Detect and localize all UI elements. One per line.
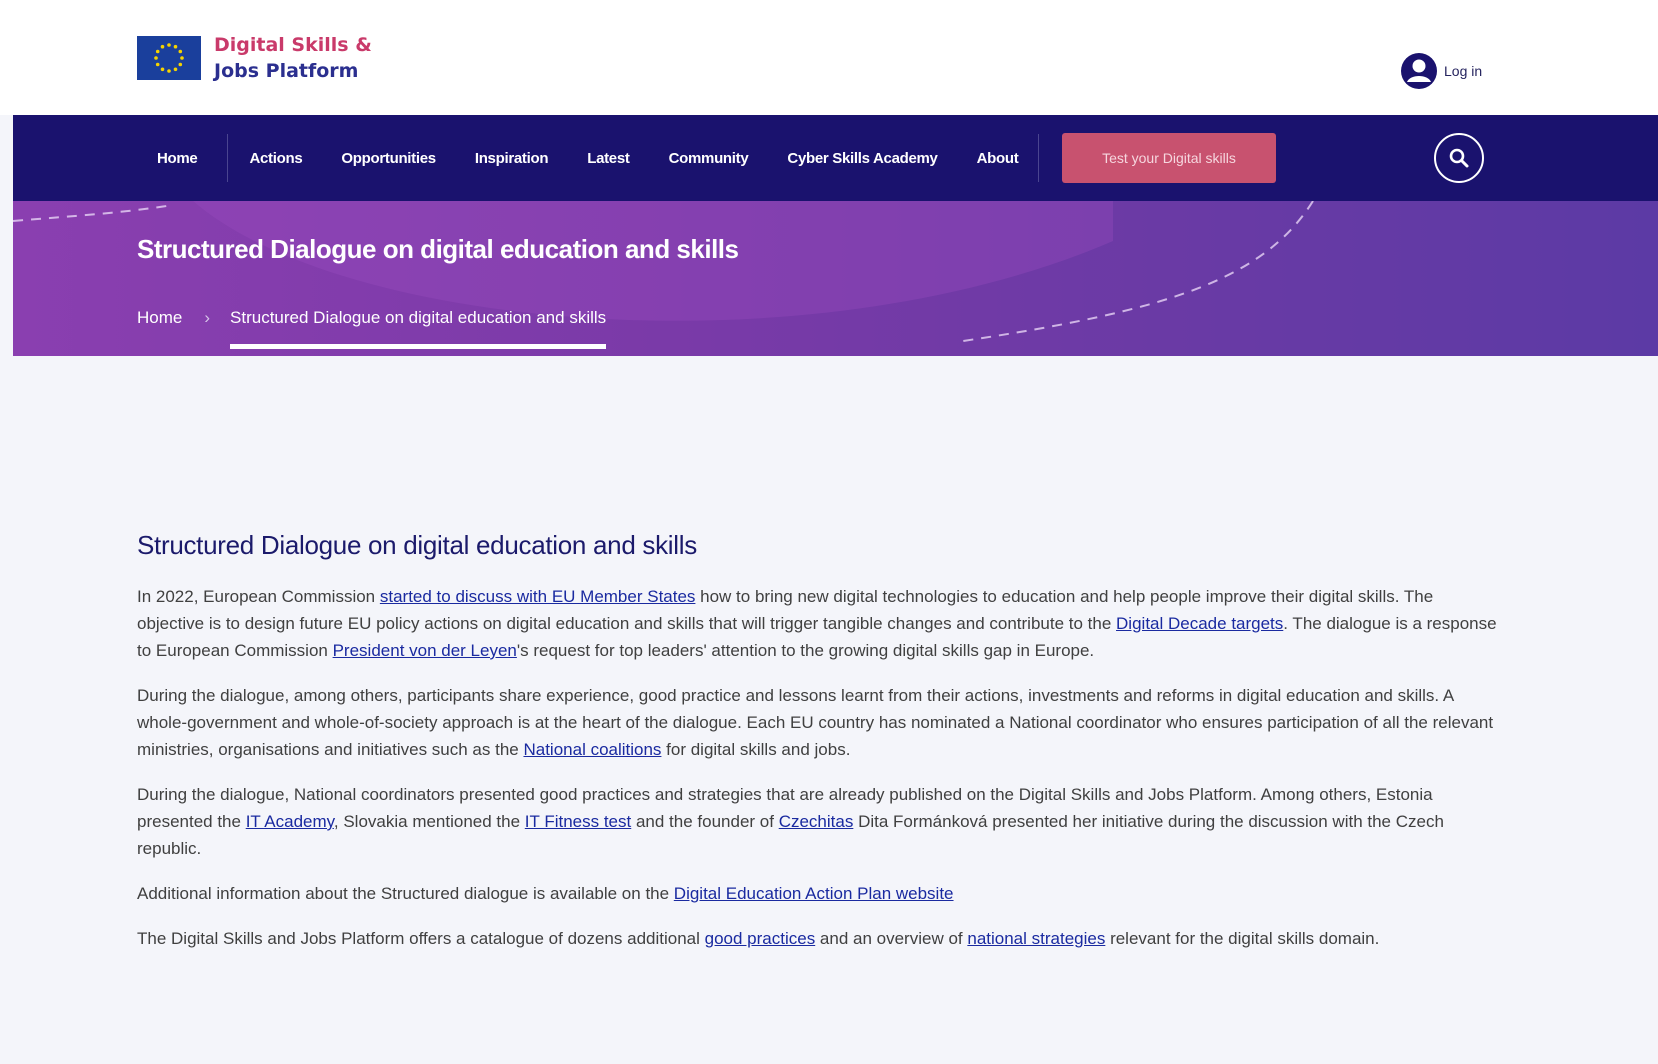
link-czechitas[interactable]: Czechitas (779, 812, 854, 831)
page-title: Structured Dialogue on digital education… (137, 234, 739, 264)
text: for digital skills and jobs. (661, 740, 851, 759)
logo-text: Digital Skills & Jobs Platform (214, 32, 372, 84)
nav-item-opportunities[interactable]: Opportunities (341, 150, 436, 167)
logo-line-1: Digital Skills & (214, 34, 372, 56)
hero-banner: Structured Dialogue on digital education… (13, 201, 1658, 356)
link-it-fitness-test[interactable]: IT Fitness test (525, 812, 631, 831)
text: and an overview of (815, 929, 968, 948)
nav-items: Home Actions Opportunities Inspiration L… (157, 115, 1040, 201)
user-icon (1401, 53, 1437, 89)
test-digital-skills-button[interactable]: Test your Digital skills (1062, 133, 1276, 183)
article-paragraph-3: During the dialogue, National coordinato… (137, 781, 1497, 862)
article-paragraph-4: Additional information about the Structu… (137, 880, 1497, 907)
logo-line-2: Jobs Platform (214, 60, 359, 82)
search-icon (1449, 148, 1469, 168)
text: relevant for the digital skills domain. (1105, 929, 1380, 948)
login-label: Log in (1444, 63, 1483, 79)
text: and the founder of (631, 812, 779, 831)
nav-item-latest[interactable]: Latest (587, 150, 630, 167)
link-good-practices[interactable]: good practices (705, 929, 816, 948)
nav-divider (1038, 134, 1040, 182)
nav-item-community[interactable]: Community (669, 150, 749, 167)
link-digital-decade-targets[interactable]: Digital Decade targets (1116, 614, 1283, 633)
site-header: Digital Skills & Jobs Platform Log in (0, 0, 1658, 115)
nav-item-cyber-skills-academy[interactable]: Cyber Skills Academy (787, 150, 938, 167)
text: , Slovakia mentioned the (333, 812, 525, 831)
article: Structured Dialogue on digital education… (137, 530, 1497, 970)
hero-decoration (13, 201, 1314, 342)
text: Additional information about the Structu… (137, 884, 674, 903)
nav-item-actions[interactable]: Actions (249, 150, 302, 167)
link-national-coalitions[interactable]: National coalitions (523, 740, 661, 759)
text: 's request for top leaders' attention to… (516, 641, 1095, 660)
breadcrumb-home[interactable]: Home (137, 308, 182, 328)
breadcrumb-current: Structured Dialogue on digital education… (230, 308, 607, 349)
article-paragraph-2: During the dialogue, among others, parti… (137, 682, 1497, 763)
link-president-von-der-leyen[interactable]: President von der Leyen (333, 641, 517, 660)
link-it-academy[interactable]: IT Academy (246, 812, 334, 831)
nav-item-home[interactable]: Home (157, 150, 198, 167)
article-paragraph-5: The Digital Skills and Jobs Platform off… (137, 925, 1497, 952)
nav-item-inspiration[interactable]: Inspiration (475, 150, 549, 167)
text: In 2022, European Commission (137, 587, 380, 606)
link-digital-education-action-plan[interactable]: Digital Education Action Plan website (674, 884, 954, 903)
link-started-to-discuss[interactable]: started to discuss with EU Member States (380, 587, 696, 606)
main-nav: Home Actions Opportunities Inspiration L… (13, 115, 1658, 201)
nav-divider (227, 134, 229, 182)
nav-item-about[interactable]: About (977, 150, 1019, 167)
link-national-strategies[interactable]: national strategies (967, 929, 1105, 948)
breadcrumb-separator-icon: › (204, 308, 211, 327)
eu-flag-icon (137, 36, 201, 80)
breadcrumb: Home › Structured Dialogue on digital ed… (137, 308, 607, 349)
article-paragraph-1: In 2022, European Commission started to … (137, 583, 1497, 664)
page: Digital Skills & Jobs Platform Log in Ho… (0, 0, 1658, 1064)
article-heading: Structured Dialogue on digital education… (137, 530, 697, 560)
search-button[interactable] (1434, 133, 1484, 183)
site-logo[interactable]: Digital Skills & Jobs Platform (137, 32, 372, 84)
text: The Digital Skills and Jobs Platform off… (137, 929, 705, 948)
login-link[interactable]: Log in (1400, 52, 1482, 90)
